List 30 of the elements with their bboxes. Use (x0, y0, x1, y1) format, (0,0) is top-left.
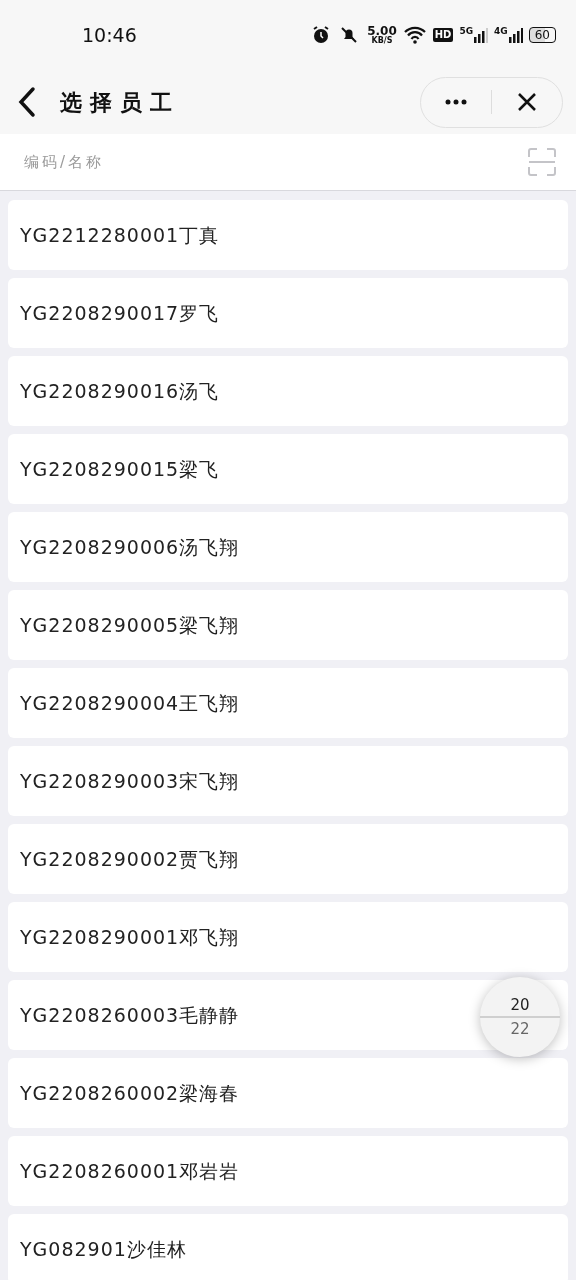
status-time: 10:46 (82, 22, 137, 48)
close-icon (517, 92, 537, 112)
employee-item[interactable]: YG2208290002贾飞翔 (8, 824, 568, 894)
search-field[interactable]: 编码/名称 (0, 134, 576, 191)
battery-indicator: 60 (528, 27, 556, 43)
network-speed: 5.00 (367, 25, 397, 37)
employee-item[interactable]: YG2208290001邓飞翔 (8, 902, 568, 972)
employee-item[interactable]: YG2208290003宋飞翔 (8, 746, 568, 816)
page-title: 选择员工 (60, 88, 180, 117)
signal-icon (508, 27, 523, 43)
network-type: 4G (494, 27, 508, 36)
speed-unit: KB/S (371, 37, 393, 45)
employee-item[interactable]: YG2208290004王飞翔 (8, 668, 568, 738)
total-pages: 22 (510, 1019, 530, 1040)
signal-icon (474, 27, 489, 43)
employee-item[interactable]: YG2212280001丁真 (8, 200, 568, 270)
employee-item[interactable]: YG2208290006汤飞翔 (8, 512, 568, 582)
employee-item[interactable]: YG082901沙佳林 (8, 1214, 568, 1280)
current-page: 20 (510, 995, 530, 1016)
employee-item[interactable]: YG2208290016汤飞 (8, 356, 568, 426)
employee-item[interactable]: YG2208260002梁海春 (8, 1058, 568, 1128)
more-icon (444, 99, 468, 105)
employee-item[interactable]: YG2208290015梁飞 (8, 434, 568, 504)
back-icon (16, 86, 38, 118)
employee-item[interactable]: YG2208290017罗飞 (8, 278, 568, 348)
employee-item[interactable]: YG2208260001邓岩岩 (8, 1136, 568, 1206)
wifi-icon (402, 25, 427, 45)
network-type: 5G (459, 27, 474, 36)
employee-item[interactable]: YG2208290005梁飞翔 (8, 590, 568, 660)
hd-badge: HD (432, 28, 454, 42)
